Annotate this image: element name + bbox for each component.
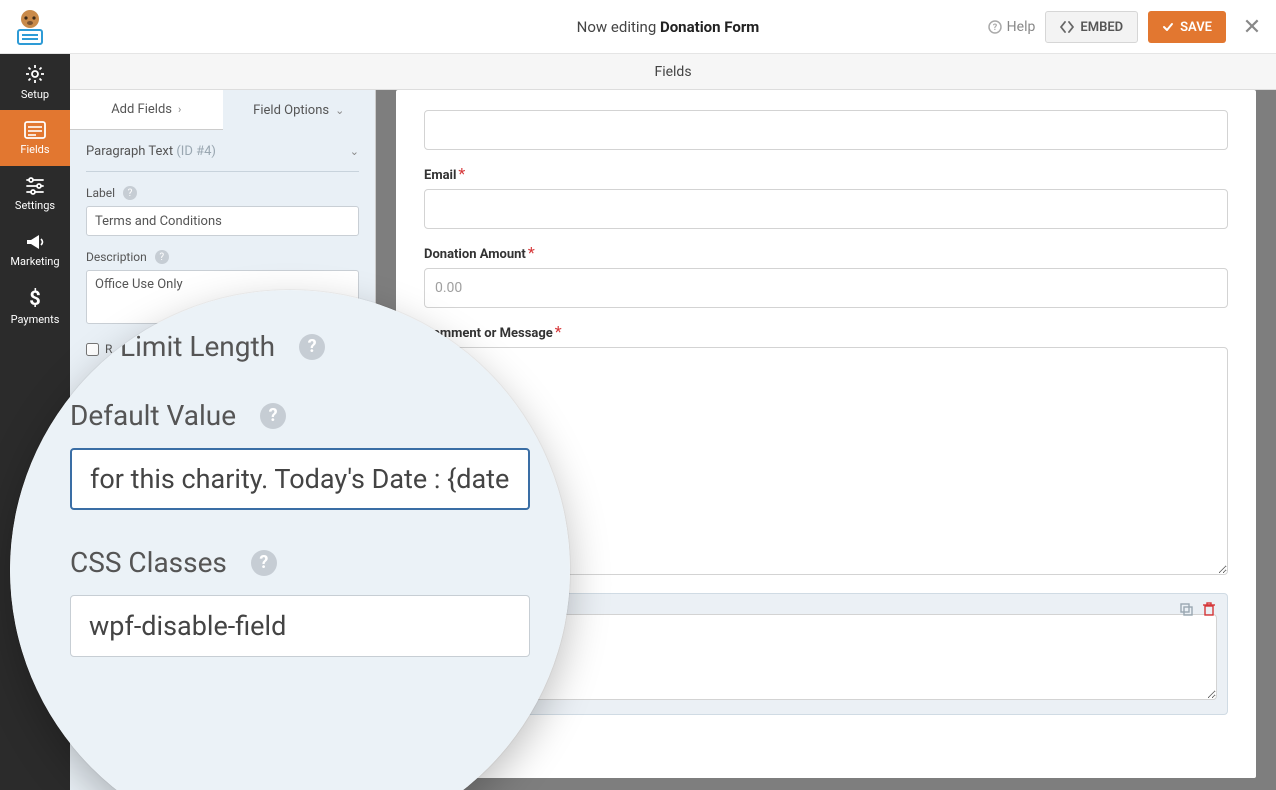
gear-icon <box>25 64 45 84</box>
embed-button[interactable]: EMBED <box>1045 11 1138 43</box>
close-button[interactable]: ✕ <box>1236 15 1268 40</box>
nav-settings[interactable]: Settings <box>0 166 70 222</box>
close-icon: ✕ <box>1243 15 1261 40</box>
name-input[interactable] <box>424 110 1228 150</box>
nav-payments[interactable]: $ Payments <box>0 278 70 334</box>
nav-fields[interactable]: Fields <box>0 110 70 166</box>
label-input[interactable] <box>86 206 359 236</box>
svg-text:$: $ <box>29 287 40 309</box>
svg-text:?: ? <box>992 23 997 33</box>
tab-add-fields[interactable]: Add Fields › <box>70 90 223 130</box>
field-header[interactable]: Paragraph Text (ID #4) ⌄ <box>86 130 359 172</box>
preview-field-name[interactable] <box>424 104 1228 150</box>
embed-icon <box>1060 21 1074 33</box>
zoom-lens: Limit Length ? Default Value ? CSS Class… <box>10 290 570 790</box>
default-value-input[interactable] <box>70 448 530 510</box>
preview-field-email[interactable]: Email* <box>424 164 1228 229</box>
label-label: Label ? <box>86 186 359 200</box>
preview-field-donation[interactable]: Donation Amount* <box>424 243 1228 308</box>
check-icon <box>1162 21 1174 33</box>
donation-input[interactable] <box>424 268 1228 308</box>
email-input[interactable] <box>424 189 1228 229</box>
dollar-icon: $ <box>28 287 42 309</box>
help-icon[interactable]: ? <box>123 186 137 200</box>
css-classes-label: CSS Classes <box>70 546 227 579</box>
limit-length-label: Limit Length <box>120 330 275 363</box>
app-logo <box>0 0 60 54</box>
nav-setup[interactable]: Setup <box>0 54 70 110</box>
save-button[interactable]: SAVE <box>1148 11 1226 43</box>
default-value-label: Default Value <box>70 399 236 432</box>
trash-icon[interactable] <box>1203 602 1217 616</box>
chevron-right-icon: › <box>178 103 181 116</box>
chevron-down-icon: ⌄ <box>335 104 344 117</box>
help-icon[interactable]: ? <box>260 403 286 429</box>
help-link[interactable]: ? Help <box>988 19 1036 35</box>
help-icon: ? <box>988 20 1002 34</box>
chevron-down-icon: ⌄ <box>350 145 359 158</box>
fields-header: Fields <box>654 64 691 80</box>
description-label: Description ? <box>86 250 359 264</box>
help-icon[interactable]: ? <box>155 250 169 264</box>
tab-field-options[interactable]: Field Options ⌄ <box>223 90 376 130</box>
nav-marketing[interactable]: Marketing <box>0 222 70 278</box>
bullhorn-icon <box>25 233 45 251</box>
help-icon[interactable]: ? <box>251 550 277 576</box>
duplicate-icon[interactable] <box>1179 602 1193 616</box>
help-icon[interactable]: ? <box>299 334 325 360</box>
sliders-icon <box>25 177 45 195</box>
form-icon <box>24 121 46 139</box>
css-classes-input[interactable] <box>70 595 530 657</box>
